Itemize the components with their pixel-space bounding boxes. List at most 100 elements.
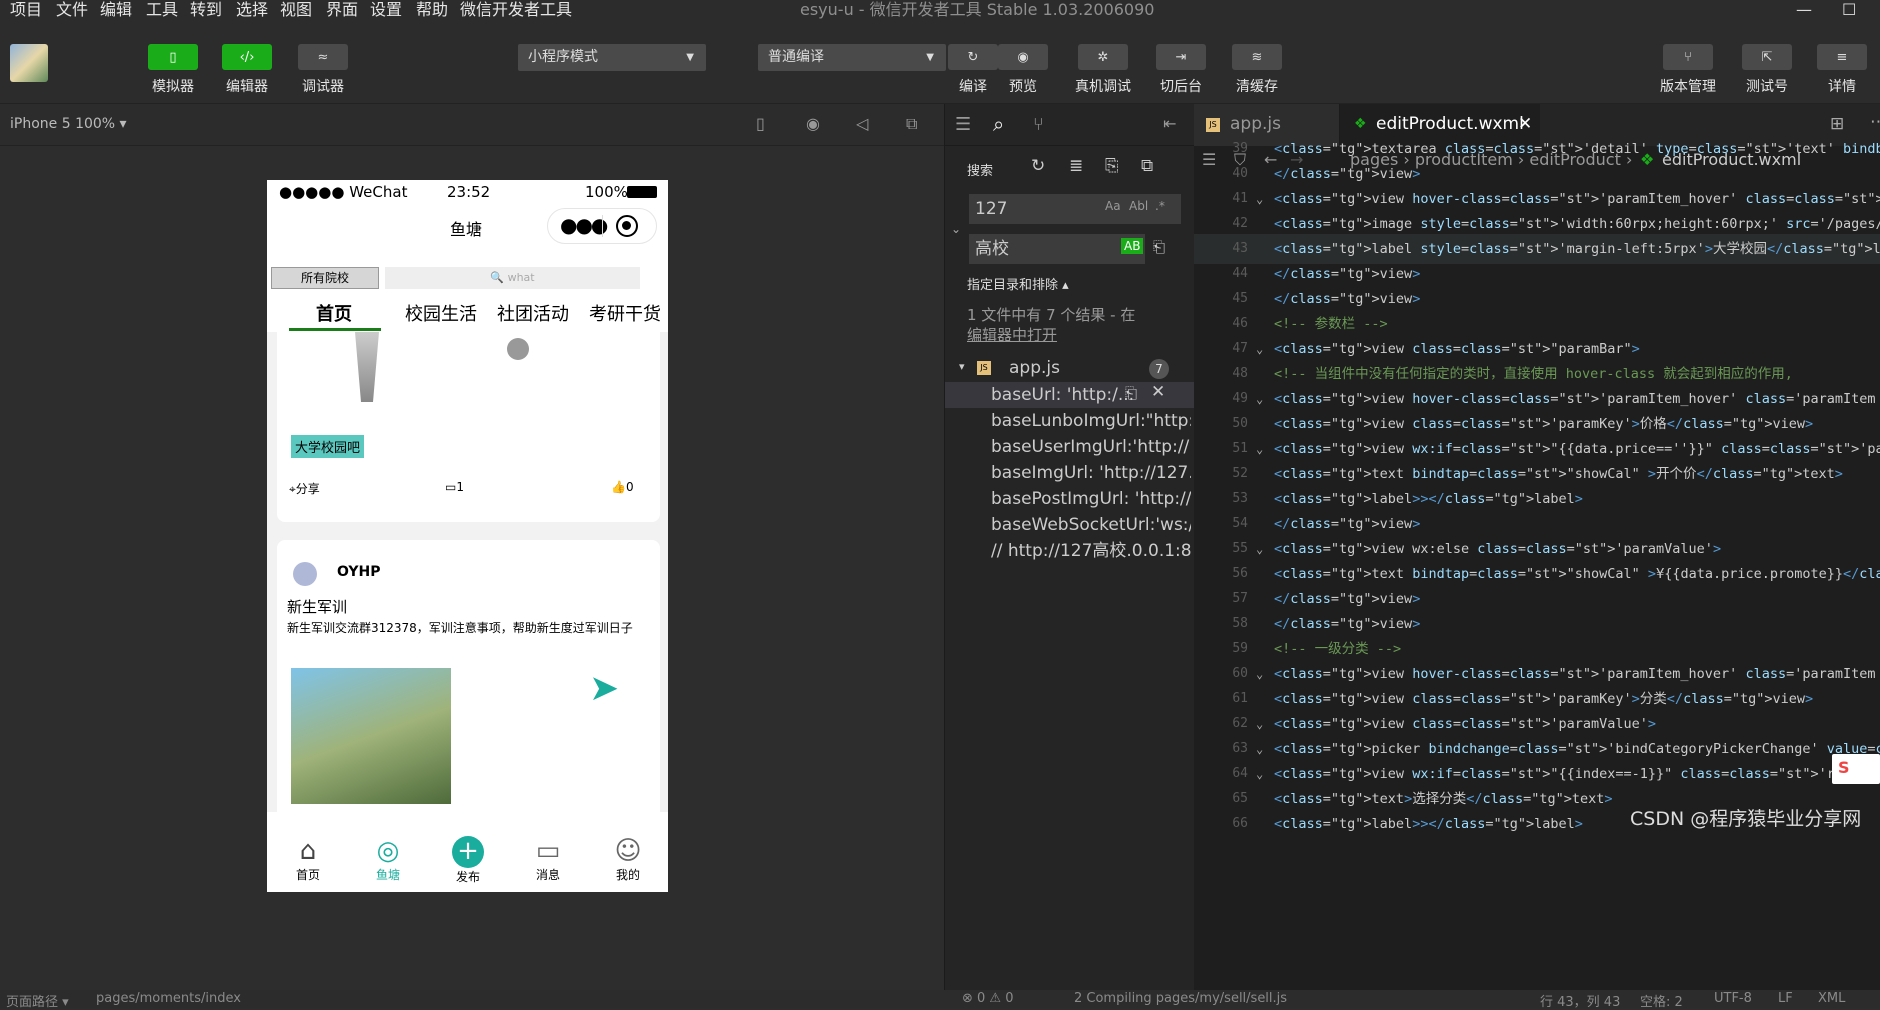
scope-toggle[interactable]: 指定目录和排除 ▴ bbox=[967, 274, 1069, 293]
phone-icon[interactable]: ▯ bbox=[756, 114, 765, 133]
split-editor-icon[interactable]: ⊞ bbox=[1830, 114, 1844, 134]
search-input[interactable]: 🔍 what bbox=[385, 267, 640, 289]
comment-button[interactable]: ▭1 bbox=[445, 480, 464, 494]
clear-cache-button[interactable]: ≋ 清缓存 bbox=[1230, 44, 1284, 96]
replace-input[interactable]: 高校 bbox=[969, 234, 1145, 264]
post-image[interactable] bbox=[291, 668, 451, 804]
language[interactable]: XML bbox=[1818, 991, 1845, 1006]
menu-settings[interactable]: 设置 bbox=[370, 0, 402, 20]
external-icon: ⇱ bbox=[1742, 44, 1792, 70]
encoding[interactable]: UTF-8 bbox=[1714, 991, 1752, 1006]
close-mini-icon[interactable] bbox=[616, 215, 638, 237]
compile-mode-select[interactable]: 普通编译 ▼ bbox=[758, 44, 946, 71]
like-button[interactable]: 👍0 bbox=[611, 480, 634, 494]
replace-all-icon[interactable]: ⎗ bbox=[1153, 238, 1165, 256]
send-icon[interactable]: ➤ bbox=[589, 668, 619, 709]
school-filter[interactable]: 所有院校 bbox=[271, 267, 379, 289]
whole-word-icon[interactable]: Abl bbox=[1129, 199, 1148, 213]
search-input[interactable]: 127 bbox=[969, 194, 1181, 224]
menu-goto[interactable]: 转到 bbox=[190, 0, 222, 20]
volume-icon[interactable]: ◁ bbox=[856, 114, 868, 133]
menu-edit[interactable]: 编辑 bbox=[100, 0, 132, 20]
tabbar-publish[interactable]: + 发布 bbox=[438, 836, 498, 885]
open-in-editor-link[interactable]: 编辑器中打开 bbox=[967, 324, 1057, 345]
match-case-icon[interactable]: Aa bbox=[1105, 199, 1121, 213]
cursor-position[interactable]: 行 43，列 43 bbox=[1540, 991, 1620, 1010]
tabbar-messages[interactable]: ▭ 消息 bbox=[518, 836, 578, 883]
tab-exam[interactable]: 考研干货 bbox=[589, 300, 661, 326]
refresh-icon: ↻ bbox=[948, 44, 998, 70]
chevron-down-icon[interactable]: ⌄ bbox=[951, 222, 961, 236]
result-row[interactable]: baseUserImgUrl:'http://... bbox=[991, 434, 1191, 460]
avatar[interactable] bbox=[10, 44, 48, 82]
result-row[interactable]: baseLunboImgUrl:"http:... bbox=[991, 408, 1191, 434]
result-row[interactable]: // http://127高校.0.0.1:8... bbox=[991, 538, 1191, 564]
menu-project[interactable]: 项目 bbox=[10, 0, 42, 20]
problems-count[interactable]: ⊗ 0 ⚠ 0 bbox=[962, 991, 1014, 1006]
git-icon[interactable]: ⑂ bbox=[1033, 114, 1044, 135]
menu-help[interactable]: 帮助 bbox=[416, 0, 448, 20]
more-actions-icon[interactable]: ⋯ bbox=[1870, 112, 1880, 132]
record-icon[interactable]: ◉ bbox=[806, 114, 820, 133]
menu-view[interactable]: 视图 bbox=[280, 0, 312, 20]
tabbar-home[interactable]: ⌂ 首页 bbox=[278, 836, 338, 883]
thumb-icon: 👍 bbox=[611, 480, 626, 494]
preserve-case-icon[interactable]: AB bbox=[1121, 238, 1144, 254]
collapse-icon[interactable]: ⇤ bbox=[1163, 114, 1176, 133]
compile-button[interactable]: ↻ 编译 bbox=[948, 44, 998, 96]
new-file-icon[interactable]: ⎘ bbox=[1105, 156, 1119, 176]
tab-home[interactable]: 首页 bbox=[316, 300, 352, 326]
tab-campus-life[interactable]: 校园生活 bbox=[405, 300, 477, 326]
avatar[interactable] bbox=[293, 562, 317, 586]
menu-select[interactable]: 选择 bbox=[236, 0, 268, 20]
close-icon[interactable]: ✕ bbox=[1151, 382, 1165, 402]
list-icon[interactable]: ☰ bbox=[955, 114, 971, 135]
details-button[interactable]: ≡ 详情 bbox=[1816, 44, 1868, 96]
chevron-down-icon: ▾ bbox=[959, 360, 965, 373]
tabbar-me[interactable]: ☺ 我的 bbox=[598, 836, 658, 883]
result-row[interactable]: baseImgUrl: 'http://127... bbox=[991, 460, 1191, 486]
page-path-toggle[interactable]: 页面路径 ▾ bbox=[6, 991, 69, 1010]
plus-icon: + bbox=[452, 836, 484, 868]
menu-devtools[interactable]: 微信开发者工具 bbox=[460, 0, 572, 20]
remote-debug-button[interactable]: ✲ 真机调试 bbox=[1072, 44, 1134, 96]
collapse-all-icon[interactable]: ⧉ bbox=[1141, 156, 1153, 176]
clear-results-icon[interactable]: ≣ bbox=[1069, 156, 1083, 176]
maximize-icon[interactable]: ☐ bbox=[1842, 0, 1856, 20]
bug-icon: ✲ bbox=[1078, 44, 1128, 70]
tabbar-pond[interactable]: ◎ 鱼塘 bbox=[358, 836, 418, 883]
code-area[interactable]: 39 <class="tg">textarea class=class="st"… bbox=[1194, 134, 1880, 984]
result-file[interactable]: ▾ JS app.js 7 bbox=[945, 356, 1195, 382]
refresh-icon[interactable]: ↻ bbox=[1031, 156, 1045, 176]
debugger-button[interactable]: ≈ 调试器 bbox=[298, 44, 348, 96]
tab-clubs[interactable]: 社团活动 bbox=[497, 300, 569, 326]
post-author[interactable]: OYHP bbox=[337, 564, 381, 580]
result-row[interactable]: basePostImgUrl: 'http://... bbox=[991, 486, 1191, 512]
popout-icon[interactable]: ⧉ bbox=[906, 114, 917, 134]
editor-button[interactable]: ‹/› 编辑器 bbox=[222, 44, 272, 96]
version-button[interactable]: ⑂ 版本管理 bbox=[1656, 44, 1720, 96]
post-card[interactable]: 大学校园吧 ⌖分享 ▭1 👍0 bbox=[277, 332, 660, 522]
test-account-button[interactable]: ⇱ 测试号 bbox=[1740, 44, 1794, 96]
minimize-icon[interactable]: — bbox=[1796, 0, 1812, 20]
post-card[interactable]: OYHP 新生军训 新生军训交流群312378，军训注意事项，帮助新生度过军训日… bbox=[277, 540, 660, 830]
switch-icon: ⇥ bbox=[1156, 44, 1206, 70]
simulator-button[interactable]: ▯ 模拟器 bbox=[148, 44, 198, 96]
more-icon[interactable]: ●●● bbox=[560, 213, 608, 237]
result-row[interactable]: baseWebSocketUrl:'ws:/... bbox=[991, 512, 1191, 538]
mode-select[interactable]: 小程序模式 ▼ bbox=[518, 44, 706, 71]
indent-setting[interactable]: 空格: 2 bbox=[1640, 991, 1683, 1010]
regex-icon[interactable]: .* bbox=[1155, 199, 1165, 213]
topic-tag[interactable]: 大学校园吧 bbox=[291, 435, 365, 458]
eol[interactable]: LF bbox=[1778, 991, 1793, 1006]
share-button[interactable]: ⌖分享 bbox=[289, 480, 320, 497]
preview-button[interactable]: ◉ 预览 bbox=[998, 44, 1048, 96]
device-select[interactable]: iPhone 5 100% ▾ bbox=[10, 116, 127, 132]
menu-ui[interactable]: 界面 bbox=[326, 0, 358, 20]
search-icon[interactable]: ⌕ bbox=[993, 112, 1004, 136]
menu-tools[interactable]: 工具 bbox=[146, 0, 178, 20]
menu-file[interactable]: 文件 bbox=[56, 0, 88, 20]
close-icon[interactable]: ✕ bbox=[1518, 114, 1532, 134]
background-button[interactable]: ⇥ 切后台 bbox=[1154, 44, 1208, 96]
replace-icon[interactable]: ⎗ bbox=[1125, 384, 1137, 402]
